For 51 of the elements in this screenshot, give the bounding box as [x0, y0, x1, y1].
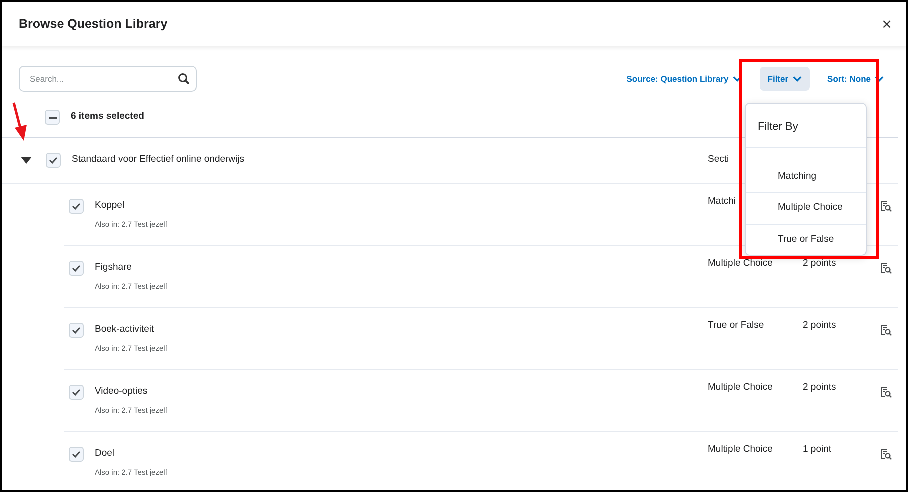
question-type: Multiple Choice	[708, 444, 773, 455]
preview-icon[interactable]	[881, 263, 892, 274]
question-points: 2 points	[803, 257, 838, 271]
preview-icon[interactable]	[881, 449, 892, 460]
toolbar-dropdown[interactable]: Filter	[760, 66, 810, 92]
menu-title: Filter By	[746, 104, 866, 148]
checkbox[interactable]	[69, 385, 84, 400]
checkmark-icon	[72, 265, 81, 272]
question-title: Video-opties	[95, 385, 149, 399]
chevron-down-icon	[792, 76, 802, 82]
question-points: 1 point	[803, 443, 833, 457]
checkbox[interactable]	[69, 447, 84, 462]
question-points: 2 points	[803, 381, 838, 395]
checkmark-icon	[72, 327, 81, 334]
question-type: Secti	[708, 154, 730, 166]
checkbox[interactable]	[69, 261, 84, 276]
checkmark-icon	[72, 203, 81, 210]
question-type: Multiple Choice	[708, 382, 773, 393]
menu-item[interactable]: True or False	[746, 224, 866, 255]
question-title: Boek-activiteit	[95, 323, 156, 337]
toolbar-dropdown[interactable]: Sort: None	[820, 66, 892, 92]
question-type: Multiple Choice	[708, 258, 773, 269]
question-title: Koppel	[95, 199, 126, 213]
toolbar-dropdown[interactable]: Source: Question Library	[618, 66, 750, 92]
question-title: Figshare	[95, 261, 133, 275]
preview-icon[interactable]	[881, 201, 892, 212]
chevron-down-icon	[875, 76, 884, 82]
checkmark-icon	[72, 451, 81, 458]
caret-down-icon[interactable]	[21, 157, 32, 164]
search-icon[interactable]	[178, 73, 190, 85]
chevron-down-icon	[732, 76, 742, 82]
checkbox[interactable]	[45, 110, 60, 125]
checkbox[interactable]	[46, 153, 61, 168]
minus-icon	[48, 116, 56, 118]
selection-count: 6 items selected	[71, 110, 144, 124]
dialog-title: Browse Question Library	[19, 16, 168, 33]
question-type: Matchi	[708, 196, 736, 207]
question-title: Doel	[95, 447, 116, 461]
menu-item[interactable]: Multiple Choice	[746, 192, 866, 224]
checkbox[interactable]	[69, 323, 84, 338]
question-type: True or False	[708, 320, 764, 331]
checkmark-icon	[49, 157, 58, 164]
menu-item[interactable]: Matching	[746, 148, 866, 192]
checkbox[interactable]	[69, 199, 84, 214]
preview-icon[interactable]	[881, 387, 892, 398]
checkmark-icon	[72, 389, 81, 396]
close-button[interactable]: ×	[878, 16, 896, 32]
question-points: 2 points	[803, 319, 838, 333]
preview-icon[interactable]	[881, 325, 892, 336]
section-title: Standaard voor Effectief online onderwijs	[72, 153, 245, 168]
search-field[interactable]: Search...	[19, 66, 197, 92]
